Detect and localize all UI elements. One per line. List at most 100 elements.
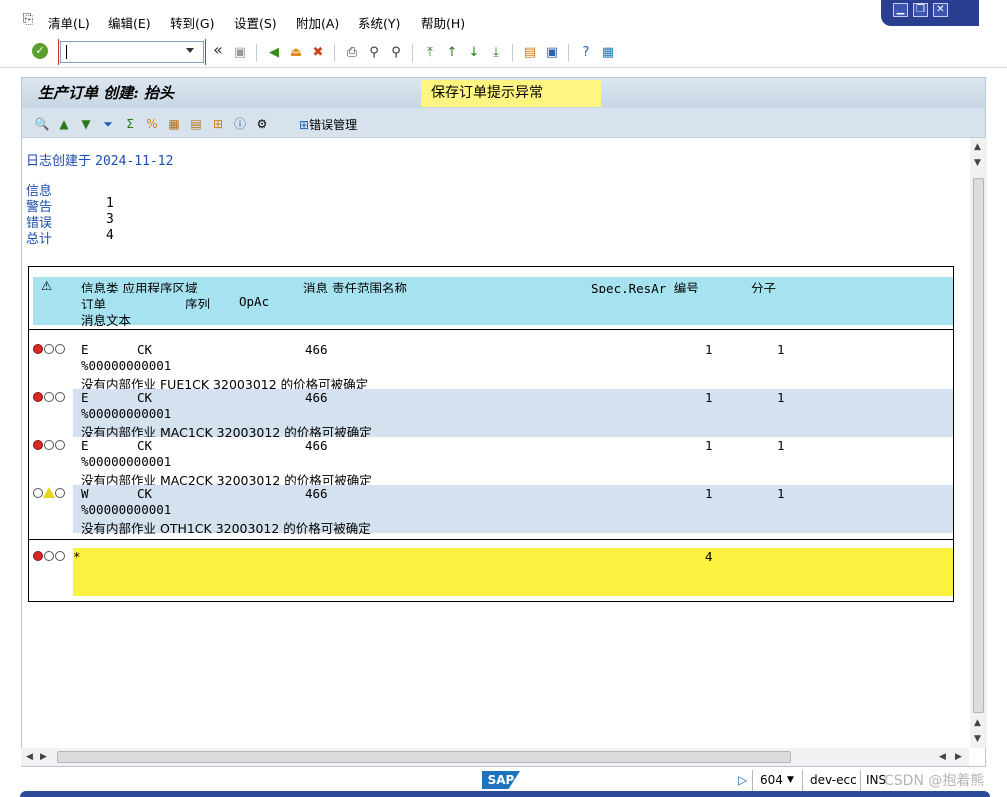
table-row[interactable]: [73, 437, 953, 453]
red-light-icon: [33, 551, 43, 561]
export-icon[interactable]: ⊞: [210, 116, 226, 132]
play-icon[interactable]: ▷: [738, 773, 747, 787]
column-header[interactable]: OpAc: [239, 294, 269, 309]
horizontal-scrollbar[interactable]: ◀ ▶ ◀ ▶: [21, 748, 969, 766]
main-panel: 生产订单 创建: 抬头 保存订单提示异常 🔍 ▲ ▼ ⏷ Σ % ▦ ▤ ⊞ ⓘ…: [21, 77, 987, 767]
menu-icon[interactable]: ⎘: [20, 12, 36, 28]
row-numerator: 1: [777, 486, 785, 501]
change-layout-icon[interactable]: ▤: [188, 116, 204, 132]
scroll-right-icon[interactable]: ▶: [955, 752, 962, 762]
menu-item-extras[interactable]: 附加(A): [296, 13, 339, 32]
scroll-thumb[interactable]: [57, 751, 791, 763]
info-icon[interactable]: ⓘ: [232, 116, 248, 132]
light-off-icon: [44, 392, 54, 402]
message-type: E: [81, 342, 89, 357]
grid-header-row: 订单 序列 OpAc: [33, 293, 953, 312]
scroll-up-icon[interactable]: ▼: [974, 158, 981, 168]
close-button[interactable]: ✕: [933, 3, 948, 17]
first-page-icon[interactable]: ⤒: [422, 45, 438, 61]
row-numerator: 1: [777, 390, 785, 405]
cancel-icon[interactable]: ✖: [310, 45, 326, 61]
minimize-button[interactable]: ▁: [893, 3, 908, 17]
last-page-icon[interactable]: ⤓: [488, 45, 504, 61]
red-light-icon: [33, 440, 43, 450]
text-caret: [66, 45, 67, 59]
table-row[interactable]: [73, 485, 953, 501]
watermark: CSDN @抱着熊: [884, 773, 985, 789]
session-number[interactable]: 604: [760, 773, 783, 787]
previous-page-icon[interactable]: ↑: [444, 45, 460, 61]
log-date-label: 日志创建于: [26, 154, 92, 169]
table-row[interactable]: [73, 389, 953, 405]
scroll-left-icon[interactable]: ◀: [939, 752, 946, 762]
grid-header-row: ⚠ 信息类 应用程序区域 消息 责任范围名称 Spec.ResAr 编号 分子: [33, 277, 953, 296]
yellow-light-icon: [43, 487, 55, 498]
window-controls: ▁ ❐ ✕: [881, 0, 979, 26]
scroll-right-icon[interactable]: ▶: [40, 752, 47, 762]
save-icon[interactable]: ▣: [232, 45, 248, 61]
scroll-up-icon[interactable]: ▲: [974, 142, 981, 152]
chevron-down-icon[interactable]: ▼: [787, 775, 794, 785]
status-light-error: [33, 391, 67, 403]
menu-bar: ⎘ 清单(L) 编辑(E) 转到(G) 设置(S) 附加(A) 系统(Y) 帮助…: [0, 0, 1007, 36]
menu-item-system[interactable]: 系统(Y): [358, 13, 400, 32]
menu-item-settings[interactable]: 设置(S): [234, 13, 277, 32]
total-row[interactable]: [73, 548, 953, 564]
shortcut-icon[interactable]: ▣: [544, 45, 560, 61]
layout-icon[interactable]: ▦: [600, 45, 616, 61]
command-field[interactable]: [60, 41, 204, 63]
light-off-icon: [55, 551, 65, 561]
table-row[interactable]: [73, 341, 953, 357]
error-management-button[interactable]: ⊞错误管理: [299, 116, 357, 133]
light-off-icon: [55, 488, 65, 498]
restore-button[interactable]: ❐: [913, 3, 928, 17]
total-marker: *: [73, 549, 81, 564]
help-icon[interactable]: ?: [578, 45, 594, 61]
exit-icon[interactable]: ⏏: [288, 45, 304, 61]
subtotal-icon[interactable]: %: [144, 116, 160, 132]
scroll-thumb[interactable]: [973, 178, 984, 713]
toolbar-divider: [512, 44, 513, 62]
scroll-left-icon[interactable]: ◀: [26, 752, 33, 762]
sum-icon[interactable]: Σ: [122, 116, 138, 132]
menu-item-edit[interactable]: 编辑(E): [108, 13, 151, 32]
sort-ascending-icon[interactable]: ▲: [56, 116, 72, 132]
back-fast-icon[interactable]: «: [210, 42, 226, 58]
light-off-icon: [55, 440, 65, 450]
sap-logo: SAP: [482, 771, 520, 789]
menu-item-goto[interactable]: 转到(G): [170, 13, 214, 32]
find-next-icon[interactable]: ⚲: [388, 45, 404, 61]
layout-grid-icon[interactable]: ▦: [166, 116, 182, 132]
order-number: %00000000001: [81, 454, 172, 469]
menu-item-help[interactable]: 帮助(H): [421, 13, 465, 32]
vertical-scrollbar[interactable]: ▲ ▼ ▲ ▼: [970, 138, 987, 748]
total-row: [73, 580, 953, 596]
check-icon[interactable]: ✓: [32, 43, 48, 59]
find-icon[interactable]: ⚲: [366, 45, 382, 61]
row-numerator: 1: [777, 342, 785, 357]
status-light-error: [33, 550, 67, 562]
red-light-icon: [33, 344, 43, 354]
row-number: 1: [705, 438, 713, 453]
next-page-icon[interactable]: ↓: [466, 45, 482, 61]
filter-icon[interactable]: ⏷: [100, 116, 116, 132]
chevron-down-icon[interactable]: [186, 48, 194, 53]
system-name: dev-ecc: [810, 773, 857, 787]
scroll-up-icon[interactable]: ▲: [974, 718, 981, 728]
window-frame: [20, 791, 990, 797]
technical-info-icon[interactable]: ⚙: [254, 116, 270, 132]
summary-label: 总计: [26, 232, 53, 247]
menu-item-list[interactable]: 清单(L): [48, 13, 90, 32]
column-header[interactable]: 消息文本: [81, 310, 131, 329]
toolbar-divider: [256, 44, 257, 62]
error-management-label: 错误管理: [309, 118, 358, 132]
system-toolbar: ✓ « ▣ ◀ ⏏ ✖ ⎙ ⚲ ⚲ ⤒ ↑ ↓ ⤓ ▤ ▣ ? ▦: [0, 36, 1007, 68]
sort-descending-icon[interactable]: ▼: [78, 116, 94, 132]
detail-icon[interactable]: 🔍: [34, 116, 50, 132]
create-session-icon[interactable]: ▤: [522, 45, 538, 61]
print-icon[interactable]: ⎙: [344, 45, 360, 61]
title-bar: 生产订单 创建: 抬头 保存订单提示异常: [22, 78, 985, 108]
grid-header-row: 消息文本: [33, 309, 953, 328]
scroll-down-icon[interactable]: ▼: [974, 734, 981, 744]
back-icon[interactable]: ◀: [266, 45, 282, 61]
